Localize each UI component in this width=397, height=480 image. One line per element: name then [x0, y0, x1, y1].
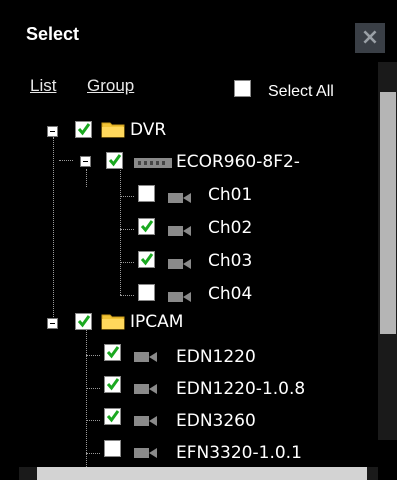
camera-icon — [134, 448, 157, 458]
camera-icon — [134, 384, 157, 394]
scroll-down-arrow[interactable] — [378, 440, 397, 467]
checkbox-ch03[interactable] — [138, 251, 155, 268]
tree-label-edn3260: EDN3260 — [176, 411, 256, 431]
camera-icon — [168, 259, 191, 269]
camera-icon — [134, 416, 157, 426]
checkbox-edn3260[interactable] — [104, 408, 121, 425]
tree-label-edn1220-108: EDN1220-1.0.8 — [176, 379, 306, 399]
scroll-right-arrow[interactable] — [378, 467, 397, 480]
close-icon[interactable]: × — [355, 23, 385, 53]
tree-line — [86, 329, 87, 469]
checkbox-efn3320-101[interactable] — [104, 440, 121, 457]
checkbox-device[interactable] — [106, 152, 123, 169]
tree-label-device: ECOR960-8F2- — [176, 152, 300, 172]
list-link[interactable]: List — [30, 76, 56, 96]
checkbox-ch04[interactable] — [138, 284, 155, 301]
tree-line — [120, 168, 121, 295]
collapse-toggle-device[interactable] — [80, 156, 91, 167]
checkbox-edn1220-108[interactable] — [104, 376, 121, 393]
tree-line — [53, 137, 54, 323]
tree-line — [120, 196, 134, 197]
tree-line — [120, 262, 134, 263]
tree-label-edn1220: EDN1220 — [176, 347, 256, 367]
checkbox-ch01[interactable] — [138, 185, 155, 202]
dvr-device-icon — [134, 158, 172, 168]
tree-line — [120, 295, 134, 296]
tree-label-efn3320-101: EFN3320-1.0.1 — [176, 443, 302, 463]
tree-label-ch02: Ch02 — [208, 218, 253, 238]
tree-label-ch04: Ch04 — [208, 284, 253, 304]
tree-label-dvr: DVR — [130, 120, 167, 140]
checkbox-edn1220[interactable] — [104, 344, 121, 361]
checkbox-dvr[interactable] — [75, 121, 92, 138]
checkbox-ipcam[interactable] — [75, 313, 92, 330]
collapse-toggle-ipcam[interactable] — [47, 318, 58, 329]
group-link[interactable]: Group — [87, 76, 134, 96]
horizontal-scroll-thumb[interactable] — [37, 467, 367, 480]
tree-label-ipcam: IPCAM — [130, 312, 184, 332]
camera-icon — [134, 352, 157, 362]
tree-label-ch03: Ch03 — [208, 251, 253, 271]
tree-line — [86, 453, 100, 454]
vertical-scroll-thumb[interactable] — [380, 92, 396, 334]
folder-icon — [101, 122, 125, 138]
select-all-checkbox[interactable] — [234, 80, 251, 97]
folder-icon — [101, 314, 125, 330]
scroll-left-arrow[interactable] — [0, 467, 19, 480]
select-dialog: Select × List Group Select All DVR ECOR9… — [0, 0, 397, 480]
camera-icon — [168, 193, 191, 203]
tree-line — [86, 420, 100, 421]
tree-line — [86, 355, 100, 356]
camera-icon — [168, 226, 191, 236]
collapse-toggle-dvr[interactable] — [47, 126, 58, 137]
tree-line — [86, 388, 100, 389]
tree-line — [59, 160, 73, 161]
tree-label-ch01: Ch01 — [208, 185, 253, 205]
tree-line — [86, 169, 87, 187]
select-all-label: Select All — [268, 83, 334, 100]
checkbox-ch02[interactable] — [138, 218, 155, 235]
camera-icon — [168, 292, 191, 302]
tree-line — [120, 229, 134, 230]
dialog-title: Select — [26, 24, 80, 44]
